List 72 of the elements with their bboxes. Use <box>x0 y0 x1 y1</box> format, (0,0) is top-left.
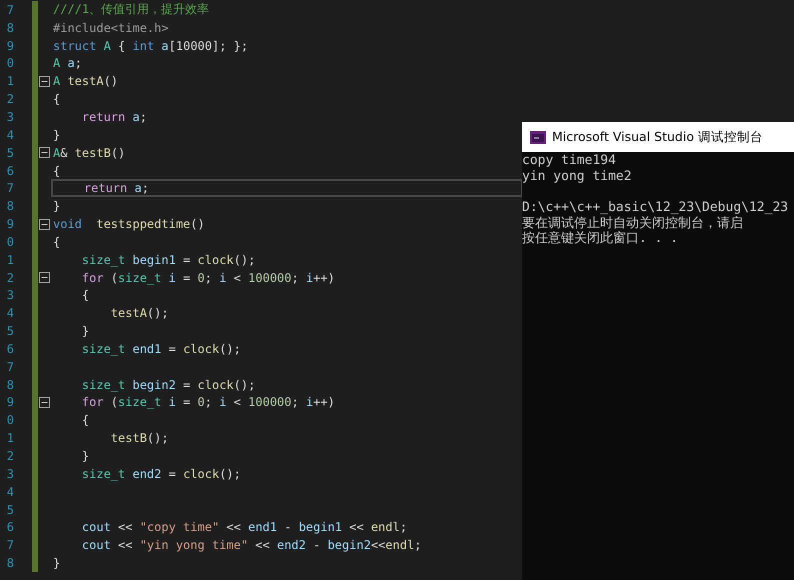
line-number: 6 <box>6 164 14 178</box>
line-number: 2 <box>6 449 14 464</box>
line-number: 9 <box>6 395 14 410</box>
code-line: { <box>52 91 60 108</box>
code-line: struct A { int a[10000]; }; <box>52 38 248 55</box>
code-line: cout << "yin yong time" << end2 - begin2<<endl; <box>80 537 422 554</box>
collapse-icon[interactable] <box>39 272 50 284</box>
code-line: { <box>80 412 90 430</box>
line-number: 5 <box>6 146 14 160</box>
line-number: 2 <box>6 92 14 106</box>
line-number: 8 <box>6 556 14 570</box>
code-line: } <box>80 323 90 340</box>
line-number: 8 <box>6 378 14 392</box>
line-number: 7 <box>6 181 14 196</box>
line-number: 3 <box>6 466 14 481</box>
console-icon <box>530 130 546 144</box>
console-title: Microsoft Visual Studio 调试控制台 <box>552 128 763 146</box>
code-line: } <box>80 448 90 465</box>
line-number: 7 <box>6 2 14 17</box>
line-number: 7 <box>6 360 14 374</box>
code-line: return a; <box>80 108 147 126</box>
console-output-line: yin yong time2 <box>522 168 633 184</box>
line-number: 2 <box>6 270 14 285</box>
code-line: A& testB() <box>52 144 126 162</box>
code-line: } <box>52 126 60 144</box>
line-number: 1 <box>6 74 14 88</box>
collapse-icon[interactable] <box>39 218 50 230</box>
line-number: 4 <box>6 484 14 499</box>
line-number: 0 <box>6 56 14 70</box>
collapse-icon[interactable] <box>39 76 50 87</box>
line-number: 8 <box>6 199 14 214</box>
line-number: 4 <box>6 306 14 320</box>
line-number: 5 <box>6 324 14 338</box>
console-output-line: 按任意键关闭此窗口. . . <box>522 231 680 248</box>
line-number: 6 <box>6 520 14 534</box>
code-line: cout << "copy time" << end1 - begin1 << endl; <box>80 519 408 536</box>
console-output-line: D:\c++\c++_basic\12_23\Debug\12_23 <box>522 200 790 216</box>
line-number: 8 <box>6 20 14 35</box>
console-output-line: copy time194 <box>522 153 617 169</box>
code-line: ////1、传值引用，提升效率 <box>52 1 210 18</box>
collapse-icon[interactable] <box>39 147 50 158</box>
line-number: 9 <box>6 217 14 232</box>
code-line: for (size_t i = 0; i < 100000; i++) <box>80 394 335 412</box>
code-line: size_t begin2 = clock(); <box>80 376 256 394</box>
line-number: 0 <box>6 234 14 249</box>
line-number: 1 <box>6 431 14 446</box>
code-line: } <box>52 555 60 572</box>
line-number: 9 <box>6 38 14 53</box>
code-line: #include<time.h> <box>52 20 169 37</box>
line-number: 5 <box>6 502 14 517</box>
line-number: 4 <box>6 128 14 142</box>
code-line: { <box>80 287 90 304</box>
code-line: for (size_t i = 0; i < 100000; i++) <box>80 270 335 286</box>
console-output-line: 要在调试停止时自动关闭控制台，请启 <box>522 216 744 231</box>
line-number: 3 <box>6 288 14 302</box>
line-number: 7 <box>6 538 14 552</box>
line-number: 1 <box>6 252 14 267</box>
code-line: A testA() <box>52 73 118 90</box>
line-number: 0 <box>6 413 14 428</box>
line-number: 6 <box>6 342 14 356</box>
collapse-icon[interactable] <box>39 396 50 408</box>
code-line: size_t end1 = clock(); <box>80 340 241 358</box>
code-line: { <box>52 162 60 180</box>
code-line: size_t end2 = clock(); <box>80 466 241 483</box>
code-line: size_t begin1 = clock(); <box>80 252 256 269</box>
code-line: void testsppedtime() <box>52 216 205 233</box>
line-number: 3 <box>6 110 14 124</box>
code-line: testB(); <box>110 430 169 448</box>
code-line: } <box>52 198 60 216</box>
code-line: A a; <box>52 55 82 72</box>
code-line: testA(); <box>110 305 169 322</box>
code-line: { <box>52 234 60 251</box>
